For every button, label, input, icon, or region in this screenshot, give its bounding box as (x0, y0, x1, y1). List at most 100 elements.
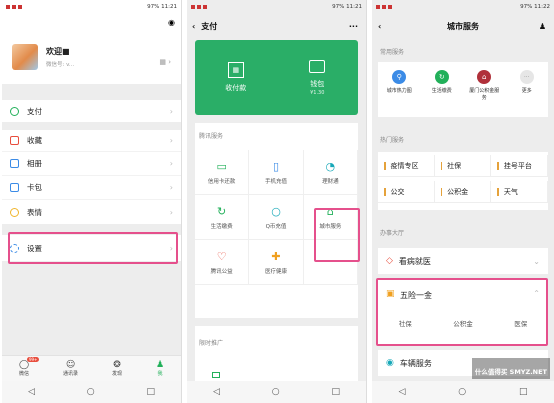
home-nav-icon[interactable]: ○ (458, 387, 466, 397)
watermark-text: 什么值得买 SMYZ.NET (474, 368, 547, 376)
home-nav-icon[interactable]: ○ (87, 387, 95, 397)
time-text: 11:21 (346, 4, 362, 10)
section-common-services: 常用服务 (380, 49, 405, 56)
common-services: ⚲ 城市热力图 ↻ 生活缴费 ⌂ 厦门公积金服务 ··· 更多 (378, 62, 548, 117)
watermark: 什么值得买 SMYZ.NET (471, 358, 550, 379)
hall-medical[interactable]: ◇ 看病就医 ⌄ (378, 248, 548, 274)
more-icon[interactable]: ··· (349, 22, 358, 31)
recent-nav-icon[interactable]: □ (332, 387, 341, 397)
recent-nav-icon[interactable]: □ (519, 387, 528, 397)
service-label: Q币充值 (265, 223, 287, 230)
service-label: 手机充值 (264, 178, 287, 185)
wechat-id: 微信号: v... (46, 62, 75, 68)
contacts-icon: ☺ (65, 360, 76, 370)
menu-cards[interactable]: 卡包 › (2, 176, 181, 200)
tab-me[interactable]: ♟ 我 (156, 360, 164, 377)
avatar[interactable] (12, 44, 38, 70)
wealth-icon: ◔ (325, 159, 336, 173)
android-nav-bar: ◁ ○ □ (372, 381, 554, 403)
menu-stickers-label: 表情 (27, 207, 42, 217)
album-icon (10, 159, 19, 168)
housing-fund-icon: ⌂ (477, 70, 492, 84)
common-more[interactable]: ··· 更多 (510, 70, 544, 94)
profile-card[interactable]: ◉ 欢迎■ 微信号: v... ▦ › (2, 14, 181, 84)
tab-contacts-label: 通讯录 (63, 371, 79, 377)
profile-name: 欢迎■ (46, 47, 70, 56)
wallet-balance: ¥1.30 (310, 89, 325, 96)
menu-cards-label: 卡包 (27, 183, 42, 192)
hot-label: 天气 (503, 187, 518, 196)
camera-icon[interactable]: ◉ (168, 18, 175, 27)
page-title: 支付 (201, 21, 218, 31)
section-tencent-services: 腾讯服务 (199, 133, 224, 140)
more-dots-icon: ··· (519, 70, 534, 84)
service-credit-card[interactable]: ▭ 信用卡还款 (195, 150, 250, 195)
highlight-city-service (314, 208, 360, 262)
sticker-icon (10, 207, 19, 217)
service-charity[interactable]: ♡ 腾讯公益 (195, 240, 250, 285)
hall-label: 看病就医 (398, 256, 431, 266)
battery-text: 97% (520, 4, 533, 10)
common-housing-fund[interactable]: ⌂ 厦门公积金服务 (467, 70, 501, 101)
user-icon[interactable]: ♟ (539, 22, 546, 31)
time-text: 11:21 (161, 4, 177, 10)
hot-bus[interactable]: 公交 (378, 181, 435, 203)
menu-album[interactable]: 相册 › (2, 152, 181, 176)
chevron-right-icon: › (169, 183, 173, 192)
menu-favorites[interactable]: 收藏 › (2, 130, 181, 152)
back-nav-icon[interactable]: ◁ (398, 387, 405, 397)
hot-housing-fund[interactable]: 公积金 (434, 181, 492, 203)
back-nav-icon[interactable]: ◁ (28, 387, 35, 397)
hot-social-security[interactable]: 社保 (434, 155, 492, 177)
qrcode-icon[interactable]: ▦ › (159, 58, 171, 66)
hot-label: 疫情专区 (390, 161, 419, 170)
common-label: 更多 (521, 88, 532, 94)
service-qcoin[interactable]: ○ Q币充值 (249, 195, 304, 240)
recent-nav-icon[interactable]: □ (147, 387, 156, 397)
tab-contacts[interactable]: ☺ 通讯录 (63, 360, 78, 377)
promo-icon[interactable] (212, 372, 220, 378)
phone-city-service-page: 97% 11:22 ‹ 城市服务 ♟ 常用服务 ⚲ 城市热力图 ↻ 生活缴费 ⌂… (372, 0, 554, 403)
hot-registration[interactable]: 挂号平台 (491, 155, 548, 177)
wallet-card: ▦ 收付款 钱包 ¥1.30 (195, 40, 358, 115)
credit-card-icon: ▭ (216, 159, 227, 173)
service-label: 信用卡还款 (207, 178, 236, 185)
back-icon[interactable]: ‹ (378, 22, 381, 31)
hot-epidemic[interactable]: 疫情专区 (378, 155, 435, 177)
service-health[interactable]: ✚ 医疗健康 (249, 240, 304, 285)
collect-pay-button[interactable]: ▦ 收付款 (195, 40, 277, 115)
chevron-down-icon: ⌄ (533, 256, 540, 266)
common-heatmap[interactable]: ⚲ 城市热力图 (382, 70, 416, 94)
menu-favorites-label: 收藏 (27, 136, 42, 145)
compass-icon: ❂ (113, 360, 121, 370)
header: ‹ 支付 ··· (187, 14, 366, 38)
service-utilities[interactable]: ↻ 生活缴费 (195, 195, 250, 240)
back-icon[interactable]: ‹ (192, 22, 195, 31)
chevron-right-icon: › (169, 207, 173, 217)
tab-discover[interactable]: ❂ 发现 (112, 360, 122, 377)
back-nav-icon[interactable]: ◁ (213, 387, 220, 397)
hot-weather[interactable]: 天气 (491, 181, 548, 203)
utilities-icon: ↻ (217, 204, 227, 218)
android-nav-bar: ◁ ○ □ (2, 381, 181, 403)
bottom-tab-bar: ◯ 微信 99+ ☺ 通讯录 ❂ 发现 ♟ 我 (2, 355, 181, 381)
wallet-button[interactable]: 钱包 ¥1.30 (277, 40, 359, 115)
common-utilities[interactable]: ↻ 生活缴费 (425, 70, 459, 94)
utilities-icon: ↻ (434, 70, 449, 84)
hot-label: 挂号平台 (503, 161, 532, 170)
common-label: 生活缴费 (431, 88, 452, 94)
tab-chats[interactable]: ◯ 微信 99+ (19, 357, 40, 377)
hot-label: 公交 (390, 187, 405, 196)
wallet-icon (309, 59, 326, 73)
phone-me-page: 97% 11:21 ◉ 欢迎■ 微信号: v... ▦ › 支付 › 收藏 › … (2, 0, 182, 403)
menu-pay[interactable]: 支付 › (2, 100, 181, 122)
common-label: 城市热力图 (386, 88, 412, 94)
home-nav-icon[interactable]: ○ (272, 387, 280, 397)
hot-services: 疫情专区 社保 挂号平台 公交 公积金 天气 (378, 152, 548, 210)
common-label: 厦门公积金服务 (469, 88, 500, 101)
service-phone-topup[interactable]: ▯ 手机充值 (249, 150, 304, 195)
service-label: 腾讯公益 (210, 268, 233, 275)
service-wealth[interactable]: ◔ 理财通 (303, 150, 358, 195)
highlight-insurance (376, 278, 548, 346)
menu-stickers[interactable]: 表情 › (2, 200, 181, 224)
